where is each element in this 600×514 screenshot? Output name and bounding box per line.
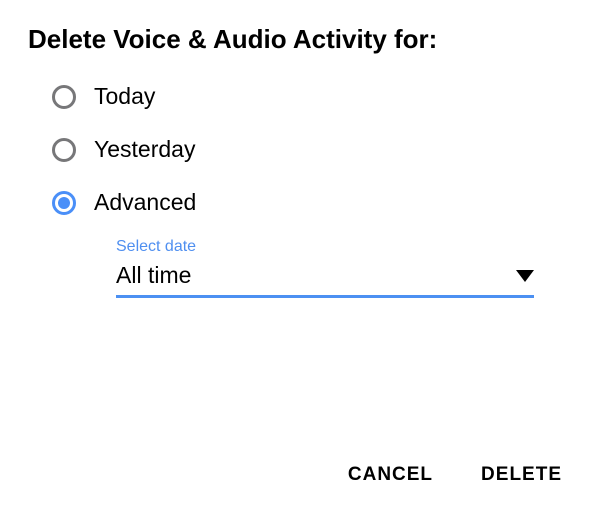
radio-option-today[interactable]: Today bbox=[52, 83, 572, 110]
radio-icon-selected bbox=[52, 191, 76, 215]
date-range-radio-group: Today Yesterday Advanced bbox=[28, 83, 572, 216]
delete-button[interactable]: DELETE bbox=[481, 458, 562, 492]
radio-icon bbox=[52, 138, 76, 162]
radio-option-yesterday[interactable]: Yesterday bbox=[52, 136, 572, 163]
date-select[interactable]: All time bbox=[116, 262, 534, 298]
radio-label: Advanced bbox=[94, 189, 196, 216]
delete-activity-dialog: Delete Voice & Audio Activity for: Today… bbox=[0, 0, 600, 298]
select-value: All time bbox=[116, 262, 191, 289]
radio-label: Yesterday bbox=[94, 136, 195, 163]
dialog-title: Delete Voice & Audio Activity for: bbox=[28, 24, 572, 55]
cancel-button[interactable]: CANCEL bbox=[348, 458, 433, 492]
date-select-block: Select date All time bbox=[116, 238, 534, 298]
chevron-down-icon bbox=[516, 270, 534, 282]
select-caption: Select date bbox=[116, 238, 534, 256]
radio-icon bbox=[52, 85, 76, 109]
dialog-actions: CANCEL DELETE bbox=[348, 458, 562, 492]
radio-option-advanced[interactable]: Advanced bbox=[52, 189, 572, 216]
radio-label: Today bbox=[94, 83, 155, 110]
